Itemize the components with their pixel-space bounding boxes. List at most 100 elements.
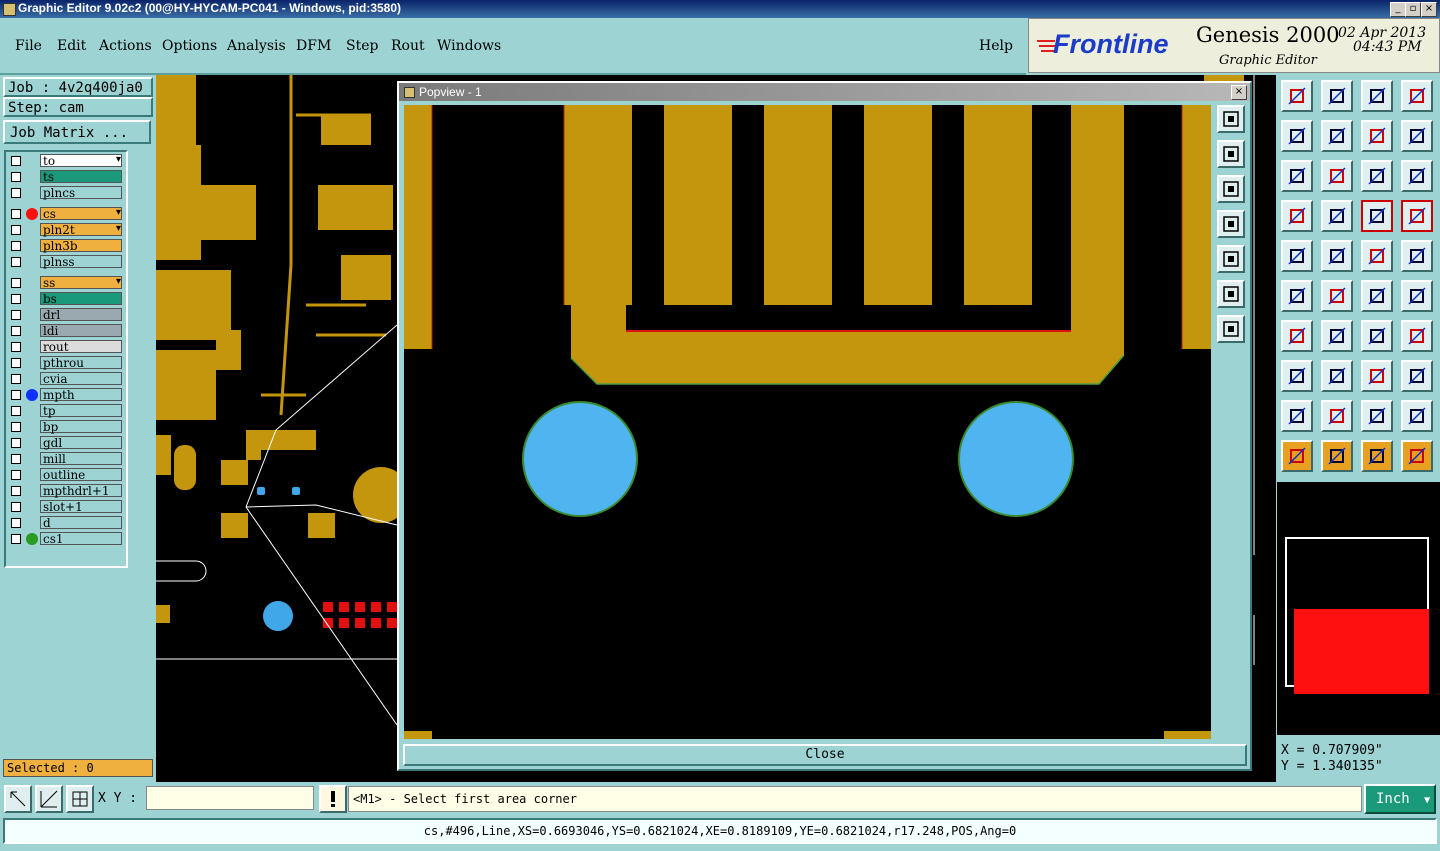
layer-row-plnss[interactable]: plnss xyxy=(8,255,124,269)
line-icon[interactable] xyxy=(1321,240,1353,272)
layer-row-cvia[interactable]: cvia xyxy=(8,372,124,386)
center-icon[interactable] xyxy=(1321,160,1353,192)
warning-icon[interactable] xyxy=(319,785,347,813)
layer-checkbox[interactable] xyxy=(11,188,21,198)
layer-name[interactable]: slot+1 xyxy=(40,500,122,514)
layer-name[interactable]: outline xyxy=(40,468,122,482)
layer-checkbox[interactable] xyxy=(11,406,21,416)
menu-help[interactable]: Help xyxy=(979,38,1013,54)
layer-row-rout[interactable]: rout xyxy=(8,340,124,354)
slash-icon[interactable] xyxy=(1321,320,1353,352)
arc-red-icon[interactable] xyxy=(1401,280,1433,312)
overview-map[interactable] xyxy=(1277,482,1440,735)
layer-name[interactable]: drl xyxy=(40,308,122,322)
scale-1-2-icon[interactable] xyxy=(1361,160,1393,192)
layer-checkbox[interactable] xyxy=(11,422,21,432)
layer-name[interactable]: pln2t xyxy=(40,223,122,237)
layer-row-mpth[interactable]: mpth xyxy=(8,388,124,402)
menu-step[interactable]: Step xyxy=(346,38,378,54)
ruler-icon[interactable] xyxy=(1281,200,1313,232)
triangle-cross-icon[interactable] xyxy=(1361,400,1393,432)
layer-name[interactable]: cvia xyxy=(40,372,122,386)
pointer-icon[interactable] xyxy=(1281,440,1313,472)
minimize-button[interactable]: _ xyxy=(1390,2,1406,17)
layer-row-pln2t[interactable]: pln2t ▾ xyxy=(8,223,124,237)
layer-row-bs[interactable]: bs xyxy=(8,292,124,306)
menu-options[interactable]: Options xyxy=(162,38,217,54)
help-icon[interactable] xyxy=(1401,160,1433,192)
layer-row-mill[interactable]: mill xyxy=(8,452,124,466)
layer-checkbox[interactable] xyxy=(11,209,21,219)
pad-icon[interactable] xyxy=(1281,240,1313,272)
layer-row-cs1[interactable]: cs1 xyxy=(8,532,124,546)
maximize-button[interactable]: ▫ xyxy=(1405,2,1421,17)
layer-checkbox[interactable] xyxy=(11,502,21,512)
layer-name[interactable]: plncs xyxy=(40,186,122,200)
circle-pad-icon[interactable] xyxy=(1401,240,1433,272)
pointer-box-icon[interactable] xyxy=(1321,440,1353,472)
menu-dfm[interactable]: DFM xyxy=(296,38,331,54)
layer-name[interactable]: mpthdrl+1 xyxy=(40,484,122,498)
pointer-path-icon[interactable] xyxy=(1401,440,1433,472)
menu-actions[interactable]: Actions xyxy=(99,38,152,54)
layer-checkbox[interactable] xyxy=(11,534,21,544)
panel-active-icon[interactable] xyxy=(1361,200,1393,232)
layer-checkbox[interactable] xyxy=(11,172,21,182)
layer-checkbox[interactable] xyxy=(11,438,21,448)
layer-checkbox[interactable] xyxy=(11,294,21,304)
layer-row-ldi[interactable]: ldi xyxy=(8,324,124,338)
fit-all-icon[interactable] xyxy=(1217,280,1245,308)
menu-windows[interactable]: Windows xyxy=(437,38,501,54)
layer-name[interactable]: rout xyxy=(40,340,122,354)
measure-tool-icon[interactable] xyxy=(35,785,63,813)
menu-edit[interactable]: Edit xyxy=(57,38,86,54)
layer-checkbox[interactable] xyxy=(11,326,21,336)
layer-checkbox[interactable] xyxy=(11,278,21,288)
layer-row-mpthdrl1[interactable]: mpthdrl+1 xyxy=(8,484,124,498)
layer-row-tp[interactable]: tp xyxy=(8,404,124,418)
layer-checkbox[interactable] xyxy=(11,257,21,267)
layer-checkbox[interactable] xyxy=(11,518,21,528)
layout-icon[interactable] xyxy=(1217,105,1245,133)
snap-grid-icon[interactable] xyxy=(66,785,94,813)
layer-name[interactable]: mpth xyxy=(40,388,122,402)
layer-name[interactable]: to xyxy=(40,154,122,168)
layer-checkbox[interactable] xyxy=(11,454,21,464)
menu-analysis[interactable]: Analysis xyxy=(227,38,286,54)
cross-icon[interactable] xyxy=(1321,280,1353,312)
layer-name[interactable]: ss xyxy=(40,276,122,290)
layer-row-outline[interactable]: outline xyxy=(8,468,124,482)
popview-close-icon[interactable]: × xyxy=(1231,85,1247,100)
layer-row-ts[interactable]: ts xyxy=(8,170,124,184)
layer-name[interactable]: pthrou xyxy=(40,356,122,370)
layer-checkbox[interactable] xyxy=(11,310,21,320)
layer-row-drl[interactable]: drl xyxy=(8,308,124,322)
layer-checkbox[interactable] xyxy=(11,342,21,352)
layer-name[interactable]: mill xyxy=(40,452,122,466)
layer-checkbox[interactable] xyxy=(11,390,21,400)
layer-checkbox[interactable] xyxy=(11,486,21,496)
layer-name[interactable]: ldi xyxy=(40,324,122,338)
layer-name[interactable]: pln3b xyxy=(40,239,122,253)
pads-icon[interactable] xyxy=(1401,360,1433,392)
layer-checkbox[interactable] xyxy=(11,225,21,235)
layer-name[interactable]: gdl xyxy=(40,436,122,450)
triangle-icon[interactable] xyxy=(1281,400,1313,432)
text-F-icon[interactable] xyxy=(1401,320,1433,352)
fit-icon[interactable] xyxy=(1281,160,1313,192)
home-down-icon[interactable] xyxy=(1321,80,1353,112)
units-selector[interactable]: Inch ▼ xyxy=(1364,784,1436,814)
menu-file[interactable]: File xyxy=(15,38,42,54)
popview-close-button[interactable]: Close xyxy=(403,744,1247,766)
layer-row-bp[interactable]: bp xyxy=(8,420,124,434)
layer-row-slot1[interactable]: slot+1 xyxy=(8,500,124,514)
pointer-box2-icon[interactable] xyxy=(1361,440,1393,472)
layer-row-d[interactable]: d xyxy=(8,516,124,530)
move-down-icon[interactable] xyxy=(1217,175,1245,203)
layer-name[interactable]: cs xyxy=(40,207,122,221)
nodes-icon[interactable] xyxy=(1281,280,1313,312)
layer-row-pthrou[interactable]: pthrou xyxy=(8,356,124,370)
layer-name[interactable]: d xyxy=(40,516,122,530)
job-matrix-button[interactable]: Job Matrix ... xyxy=(3,120,151,144)
snake-icon[interactable] xyxy=(1401,120,1433,152)
